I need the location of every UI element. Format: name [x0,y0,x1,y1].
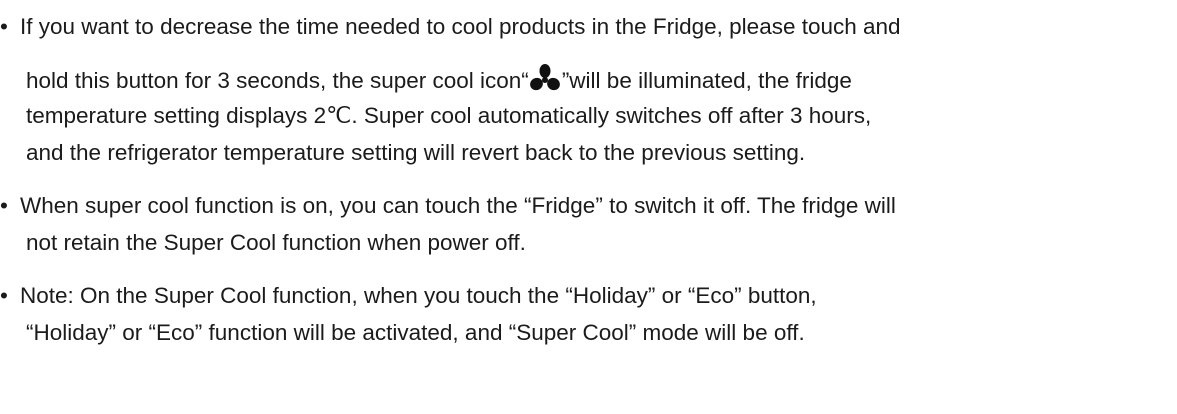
bullet-item-1-line-3: temperature setting displays 2℃. Super c… [26,101,871,131]
bullet-item-1-text-5: and the refrigerator temperature setting… [26,140,806,165]
bullet-item-3-line-2: “Holiday” or “Eco” function will be acti… [26,318,805,348]
bullet-item-3-text-1: Note: On the Super Cool function, when y… [20,283,817,308]
bullet-item-1-text-1: If you want to decrease the time needed … [20,14,901,39]
bullet-item-3-line-1: • Note: On the Super Cool function, when … [0,281,817,311]
bullet-item-2-line-1: • When super cool function is on, you can… [0,191,896,221]
bullet-item-1-text-3: ”will be illuminated, the fridge [561,68,852,93]
bullet-item-2-text-1: When super cool function is on, you can … [20,193,896,218]
bullet-item-1-text-2: hold this button for 3 seconds, the supe… [26,68,529,93]
bullet-item-2-line-2: not retain the Super Cool function when … [26,228,526,258]
manual-text-block: • If you want to decrease the time needed… [0,0,1177,414]
bullet-item-1-text-4: temperature setting displays 2℃. Super c… [26,103,872,128]
bullet-item-2-text-2: not retain the Super Cool function when … [26,230,526,255]
bullet-item-3-text-2: “Holiday” or “Eco” function will be acti… [26,320,805,345]
bullet-item-1-line-4: and the refrigerator temperature setting… [26,138,805,168]
bullet-marker: • [0,14,8,39]
bullet-marker: • [0,283,8,308]
super-cool-fan-icon [529,64,560,92]
bullet-item-1-line-2: hold this button for 3 seconds, the supe… [26,64,852,96]
bullet-marker: • [0,193,8,218]
bullet-item-1-line-1: • If you want to decrease the time needed… [0,12,901,42]
